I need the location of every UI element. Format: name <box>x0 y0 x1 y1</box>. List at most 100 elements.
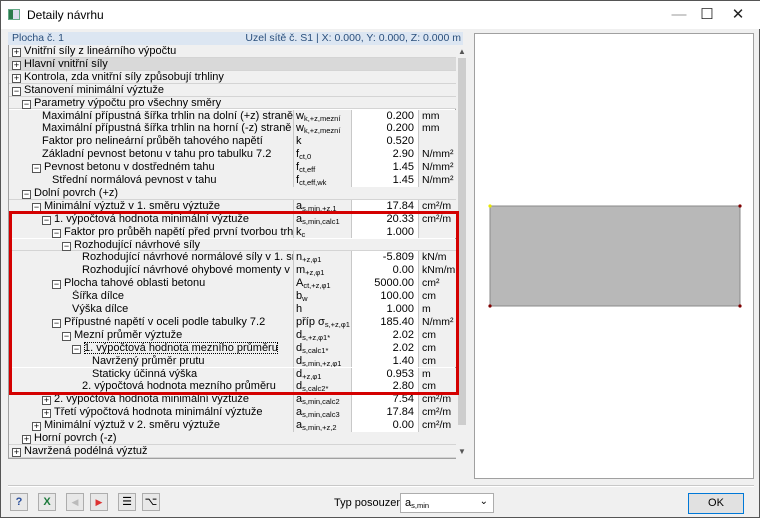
collapse-icon[interactable]: − <box>22 189 31 199</box>
scroll-down-icon[interactable]: ▼ <box>456 447 468 456</box>
symbol-cell: kc <box>294 225 352 239</box>
symbol-subscript: k,+z,mezní <box>303 126 341 136</box>
collapse-icon[interactable]: − <box>32 202 41 212</box>
expand-icon[interactable]: + <box>42 409 51 419</box>
scrollbar-thumb[interactable] <box>458 58 466 425</box>
list-view-icon[interactable]: ☰ <box>118 493 136 511</box>
tree-view-icon[interactable]: ⌥ <box>142 493 160 511</box>
row-label: Rozhodující návrhové síly <box>74 238 200 251</box>
row-name-cell: − Stanovení minimální výztuže <box>9 84 457 97</box>
window-title: Detaily návrhu <box>27 8 104 22</box>
expand-icon[interactable]: + <box>12 73 21 83</box>
table-row[interactable]: − Dolní povrch (+z) <box>9 186 457 200</box>
surface-label: Plocha č. 1 <box>12 32 64 44</box>
table-row[interactable]: Faktor pro nelineární průběh tahového na… <box>9 135 457 149</box>
excel-export-button[interactable]: X <box>38 493 56 511</box>
row-label: Kontrola, zda vnitřní síly způsobují trh… <box>24 70 224 83</box>
minimize-button[interactable]: — <box>669 5 689 25</box>
table-row[interactable]: Navržený průměr prutu ds,min,+z,φ1 1.40 cm <box>9 354 457 368</box>
collapse-icon[interactable]: − <box>52 228 61 238</box>
expand-icon[interactable]: + <box>32 422 41 432</box>
row-label: 2. výpočtová hodnota mezního průměru <box>82 380 276 393</box>
row-name-cell: + Minimální výztuž v 2. směru výztuže <box>9 419 294 432</box>
table-row[interactable]: + Horní povrch (-z) <box>9 432 457 445</box>
collapse-icon[interactable]: − <box>42 215 51 225</box>
table-row[interactable]: Výška dílce h 1.000 m <box>9 303 457 316</box>
table-row[interactable]: Maximální přípustná šířka trhlin na doln… <box>9 109 457 123</box>
table-row[interactable]: + Kontrola, zda vnitřní síly způsobují tr… <box>9 70 457 84</box>
check-type-select[interactable]: as,min ⌄ <box>400 493 494 513</box>
unit-cell <box>419 135 457 149</box>
ok-button[interactable]: OK <box>688 493 744 514</box>
symbol: h <box>296 303 303 315</box>
expand-icon[interactable]: + <box>12 48 21 57</box>
row-label: Rozhodující návrhové normálové síly v 1.… <box>82 251 294 264</box>
row-label: Stanovení minimální výztuže <box>24 83 165 96</box>
title-bar: Detaily návrhu — ☐ ✕ <box>1 1 760 29</box>
collapse-icon[interactable]: − <box>22 99 31 109</box>
symbol-cell: as,min,calc3 <box>294 406 352 420</box>
table-row[interactable]: − Rozhodující návrhové síly <box>9 238 457 252</box>
table-row[interactable]: Šířka dílce bw 100.00 cm <box>9 290 457 303</box>
row-name-cell: − Faktor pro průběh napětí před první tvo… <box>9 225 294 239</box>
row-label: Dolní povrch (+z) <box>34 186 119 199</box>
details-tree-table[interactable]: + Vnitřní síly z lineárního výpočtu + Hlavn… <box>8 45 457 459</box>
table-row[interactable]: Střední normálová pevnost v tahu fct,eff,… <box>9 174 457 187</box>
table-row[interactable]: Maximální přípustná šířka trhlin na horn… <box>9 122 457 136</box>
maximize-button[interactable]: ☐ <box>697 5 717 25</box>
table-row[interactable]: Staticky účinná výška d+z,φ1 0.953 m <box>9 367 457 381</box>
value-cell: 2.90 <box>352 148 419 162</box>
app-icon <box>8 9 20 20</box>
table-row[interactable]: + Vnitřní síly z lineárního výpočtu <box>9 45 457 58</box>
row-label: Přípustné napětí v oceli podle tabulky 7… <box>64 315 266 328</box>
table-row[interactable]: −1. výpočtová hodnota minimální výztuže a… <box>9 212 457 226</box>
table-row[interactable]: + Navržená podélná výztuž <box>9 444 457 458</box>
table-row[interactable]: − Parametry výpočtu pro všechny směry <box>9 96 457 110</box>
table-row[interactable]: − Přípustné napětí v oceli podle tabulky … <box>9 315 457 329</box>
table-row[interactable]: − Plocha tahové oblasti betonu Act,+z,φ1 50… <box>9 277 457 291</box>
table-row[interactable]: Základní pevnost betonu v tahu pro tabul… <box>9 148 457 162</box>
table-row[interactable]: − Minimální výztuž v 1. směru výztuže as,m… <box>9 199 457 213</box>
row-name-cell: −1. výpočtová hodnota minimální výztuže <box>9 212 294 226</box>
table-row[interactable]: − Faktor pro průběh napětí před první tvo… <box>9 225 457 239</box>
mesh-node-info: Uzel sítě č. S1 | X: 0.000, Y: 0.000, Z:… <box>245 32 461 44</box>
table-row[interactable]: +2. výpočtová hodnota minimální výztuže a… <box>9 393 457 407</box>
table-row[interactable]: −1. výpočtová hodnota mezního průměru ds,… <box>9 341 457 355</box>
next-button[interactable]: ▶ <box>90 493 108 511</box>
table-row[interactable]: + Hlavní vnitřní síly <box>9 57 457 71</box>
expand-icon[interactable]: + <box>22 435 31 444</box>
close-button[interactable]: ✕ <box>728 5 748 25</box>
symbol-cell: fct,0 <box>294 148 352 162</box>
node-point <box>738 204 742 208</box>
table-row[interactable]: − Mezní průměr výztuže ds,+z,φ1* 2.02 cm <box>9 328 457 342</box>
table-row[interactable]: Rozhodující návrhové normálové síly v 1.… <box>9 251 457 265</box>
symbol-subscript: s,min,+z,φ1 <box>302 358 342 368</box>
collapse-icon[interactable]: − <box>62 331 71 341</box>
table-row[interactable]: − Pevnost betonu v dostředném tahu fct,eff… <box>9 161 457 174</box>
row-label: 2. výpočtová hodnota minimální výztuže <box>54 393 250 406</box>
unit-cell: cm <box>419 290 457 303</box>
table-row[interactable]: − Stanovení minimální výztuže <box>9 83 457 97</box>
previous-button[interactable]: ◀ <box>66 493 84 511</box>
scroll-up-icon[interactable]: ▲ <box>456 47 468 56</box>
symbol-subscript: s,+z,φ1* <box>302 332 331 342</box>
collapse-icon[interactable]: − <box>72 344 81 354</box>
unit-cell: mm <box>419 122 457 136</box>
table-row[interactable]: Rozhodující návrhové ohybové momenty v 1… <box>9 264 457 278</box>
table-row[interactable]: + Minimální výztuž v 2. směru výztuže as,m… <box>9 419 457 432</box>
expand-icon[interactable]: + <box>12 447 21 457</box>
collapse-icon[interactable]: − <box>32 164 41 174</box>
help-button[interactable]: ? <box>10 493 28 511</box>
expand-icon[interactable]: + <box>42 396 51 406</box>
row-label: Pevnost betonu v dostředném tahu <box>44 161 215 174</box>
collapse-icon[interactable]: − <box>12 86 21 96</box>
expand-icon[interactable]: + <box>12 60 21 70</box>
table-row[interactable]: + Třetí výpočtová hodnota minimální výztu… <box>9 406 457 420</box>
row-label: Třetí výpočtová hodnota minimální výztuž… <box>54 406 263 419</box>
table-row[interactable]: 2. výpočtová hodnota mezního průměru ds,c… <box>9 380 457 394</box>
collapse-icon[interactable]: − <box>52 280 61 290</box>
collapse-icon[interactable]: − <box>62 241 71 251</box>
row-label: Rozhodující návrhové ohybové momenty v 1… <box>82 264 293 277</box>
unit-cell: kNm/m <box>419 264 457 278</box>
collapse-icon[interactable]: − <box>52 318 61 328</box>
